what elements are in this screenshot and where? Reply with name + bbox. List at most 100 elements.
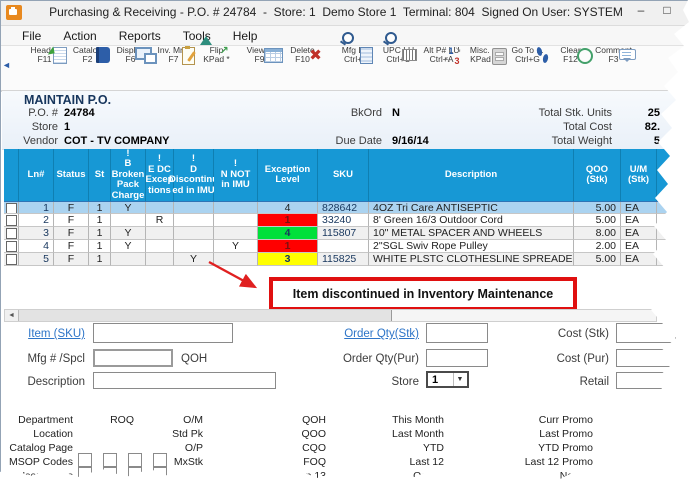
toolbar-go-to-button[interactable]: Go To ...Ctrl+G xyxy=(506,46,549,89)
user-code-checkbox[interactable] xyxy=(78,467,92,481)
row-select-checkbox[interactable] xyxy=(6,241,17,252)
toolbar-catalog-button[interactable]: CatalogF2 xyxy=(66,46,109,89)
toolbar-delete-button[interactable]: DeleteF10 xyxy=(281,46,324,89)
menu-help[interactable]: Help xyxy=(222,26,269,45)
col-header-um: U/M (Stk) xyxy=(621,149,657,201)
row-select-cell xyxy=(4,202,19,214)
msop-code-checkbox[interactable] xyxy=(103,453,117,467)
stats-col-2: ROQ xyxy=(64,413,134,427)
cell-ln: 1 xyxy=(19,202,54,214)
retail-label: Retail xyxy=(521,376,609,388)
total-cost-value: 82. xyxy=(605,121,660,133)
stat-label: YTD xyxy=(344,441,444,455)
menu-tools[interactable]: Tools xyxy=(172,26,222,45)
user-code-checkbox[interactable] xyxy=(153,467,167,481)
app-window: Purchasing & Receiving - P.O. # 24784 - … xyxy=(0,0,694,488)
cell-desc: 10" METAL SPACER AND WHEELS xyxy=(369,227,574,240)
bkord-value: N xyxy=(392,107,400,119)
row-select-checkbox[interactable] xyxy=(6,228,17,239)
minimize-button[interactable]: – xyxy=(633,3,649,17)
order-qty-stk-input[interactable] xyxy=(426,323,488,343)
stat-label: Last 12 Promo xyxy=(473,455,593,469)
cell-um: EA xyxy=(621,240,657,253)
cell-um: EA xyxy=(621,202,657,214)
stat-label: Std Pk xyxy=(133,427,203,441)
toolbar-comment-button[interactable]: CommentF3 xyxy=(592,46,635,89)
cell-bpc xyxy=(111,214,146,227)
store-select[interactable]: 1 ▼ xyxy=(426,371,469,388)
stat-label: Last Month xyxy=(344,427,444,441)
stat-label: Nov 13 xyxy=(473,469,593,483)
menu-reports[interactable]: Reports xyxy=(108,26,172,45)
toolbar-header-button[interactable]: HeaderF11 xyxy=(23,46,66,89)
menu-action[interactable]: Action xyxy=(52,26,107,45)
user-code-checkbox[interactable] xyxy=(128,467,142,481)
row-select-checkbox[interactable] xyxy=(6,215,17,226)
col-header-st: St xyxy=(89,149,111,201)
cut-cell xyxy=(657,227,673,240)
cell-desc: 8' Green 16/3 Outdoor Cord xyxy=(369,214,574,227)
cell-desc: WHITE PLSTC CLOTHESLINE SPREADER xyxy=(369,253,574,266)
toolbar-flip-kpad-button[interactable]: FlipKPad * xyxy=(195,46,238,89)
row-select-checkbox[interactable] xyxy=(6,203,17,214)
grid-row-3[interactable]: 3F1Y411580710" METAL SPACER AND WHEELS8.… xyxy=(4,227,673,240)
cell-disc xyxy=(174,214,214,227)
mfg-spcl-input[interactable] xyxy=(93,349,173,367)
description-input[interactable] xyxy=(93,372,276,389)
cell-bpc xyxy=(111,253,146,266)
toolbar-misc-kpad-button[interactable]: Misc. ...KPad -- xyxy=(463,46,506,89)
row-select-cell xyxy=(4,240,19,253)
grid-row-1[interactable]: 1F1Y48286424OZ Tri Care ANTISEPTIC5.00EA xyxy=(4,201,673,214)
scrollbar-thumb[interactable] xyxy=(19,310,392,321)
grid-row-4[interactable]: 4F1YY12"SGL Swiv Rope Pulley2.00EA xyxy=(4,240,673,253)
msop-code-checkbox[interactable] xyxy=(78,453,92,467)
cut-cell xyxy=(657,240,673,253)
stat-label: This Month xyxy=(344,413,444,427)
cut-cell xyxy=(657,253,673,266)
total-weight-value: 5 xyxy=(605,135,660,147)
annotation-text: Item discontinued in Inventory Maintenan… xyxy=(293,287,553,301)
cell-desc: 4OZ Tri Care ANTISEPTIC xyxy=(369,202,574,214)
col-header-bpc: ! B Broken Pack Charge xyxy=(111,149,146,201)
toolbar-mfg-lu-button[interactable]: Mfg LUCtrl+L xyxy=(334,46,377,89)
toolbar-clear-button[interactable]: ClearF12 xyxy=(549,46,592,89)
row-select-checkbox[interactable] xyxy=(6,254,17,265)
menu-file[interactable]: File xyxy=(11,26,52,45)
row-select-cell xyxy=(4,227,19,240)
chevron-down-icon[interactable]: ▼ xyxy=(453,373,466,386)
cell-disc xyxy=(174,227,214,240)
user-code-checkbox[interactable] xyxy=(103,467,117,481)
grid-row-2[interactable]: 2F1R1332408' Green 16/3 Outdoor Cord5.00… xyxy=(4,214,673,227)
toolbar-alt-pn-lu-button[interactable]: 13Alt P# LUCtrl+A xyxy=(420,46,463,89)
toolbar-viewer-button[interactable]: ViewerF9 xyxy=(238,46,281,89)
item-sku-input[interactable] xyxy=(93,323,233,343)
toolbar-inv-mnt-button[interactable]: Inv. Mnt.F7 xyxy=(152,46,195,89)
total-stk-units-label: Total Stk. Units xyxy=(482,107,612,119)
cell-ln: 4 xyxy=(19,240,54,253)
col-header-sku: SKU xyxy=(318,149,369,201)
cell-disc: Y xyxy=(174,253,214,266)
stat-label: YTD Promo xyxy=(473,441,593,455)
msop-code-checkbox[interactable] xyxy=(128,453,142,467)
grid-row-5[interactable]: 5F1Y3115825WHITE PLSTC CLOTHESLINE SPREA… xyxy=(4,253,673,266)
cell-level: 3 xyxy=(258,253,318,266)
order-qty-stk-link[interactable]: Order Qty(Stk) xyxy=(331,328,419,340)
order-qty-pur-input[interactable] xyxy=(426,349,488,367)
retail-input[interactable] xyxy=(616,372,676,389)
item-sku-link[interactable]: Item (SKU) xyxy=(9,328,85,340)
col-header-status: Status xyxy=(54,149,89,201)
cell-st: 1 xyxy=(89,253,111,266)
horizontal-scrollbar[interactable]: ◄ xyxy=(4,309,657,322)
msop-code-checkbox[interactable] xyxy=(153,453,167,467)
maximize-button[interactable]: □ xyxy=(659,3,675,17)
toolbar-display-button[interactable]: DisplayF6 xyxy=(109,46,152,89)
scrollbar-left-arrow-icon[interactable]: ◄ xyxy=(5,310,19,321)
cell-sku: 828642 xyxy=(318,202,369,214)
cost-pur-input[interactable] xyxy=(616,349,676,367)
cost-stk-input[interactable] xyxy=(616,323,676,343)
toolbar-upc-lu-button[interactable]: UPC LUCtrl+U xyxy=(377,46,420,89)
toolbar-scroll-left-icon[interactable]: ◄ xyxy=(2,60,11,70)
cell-edc xyxy=(146,240,174,253)
cell-edc xyxy=(146,227,174,240)
po-number-value: 24784 xyxy=(64,107,95,119)
